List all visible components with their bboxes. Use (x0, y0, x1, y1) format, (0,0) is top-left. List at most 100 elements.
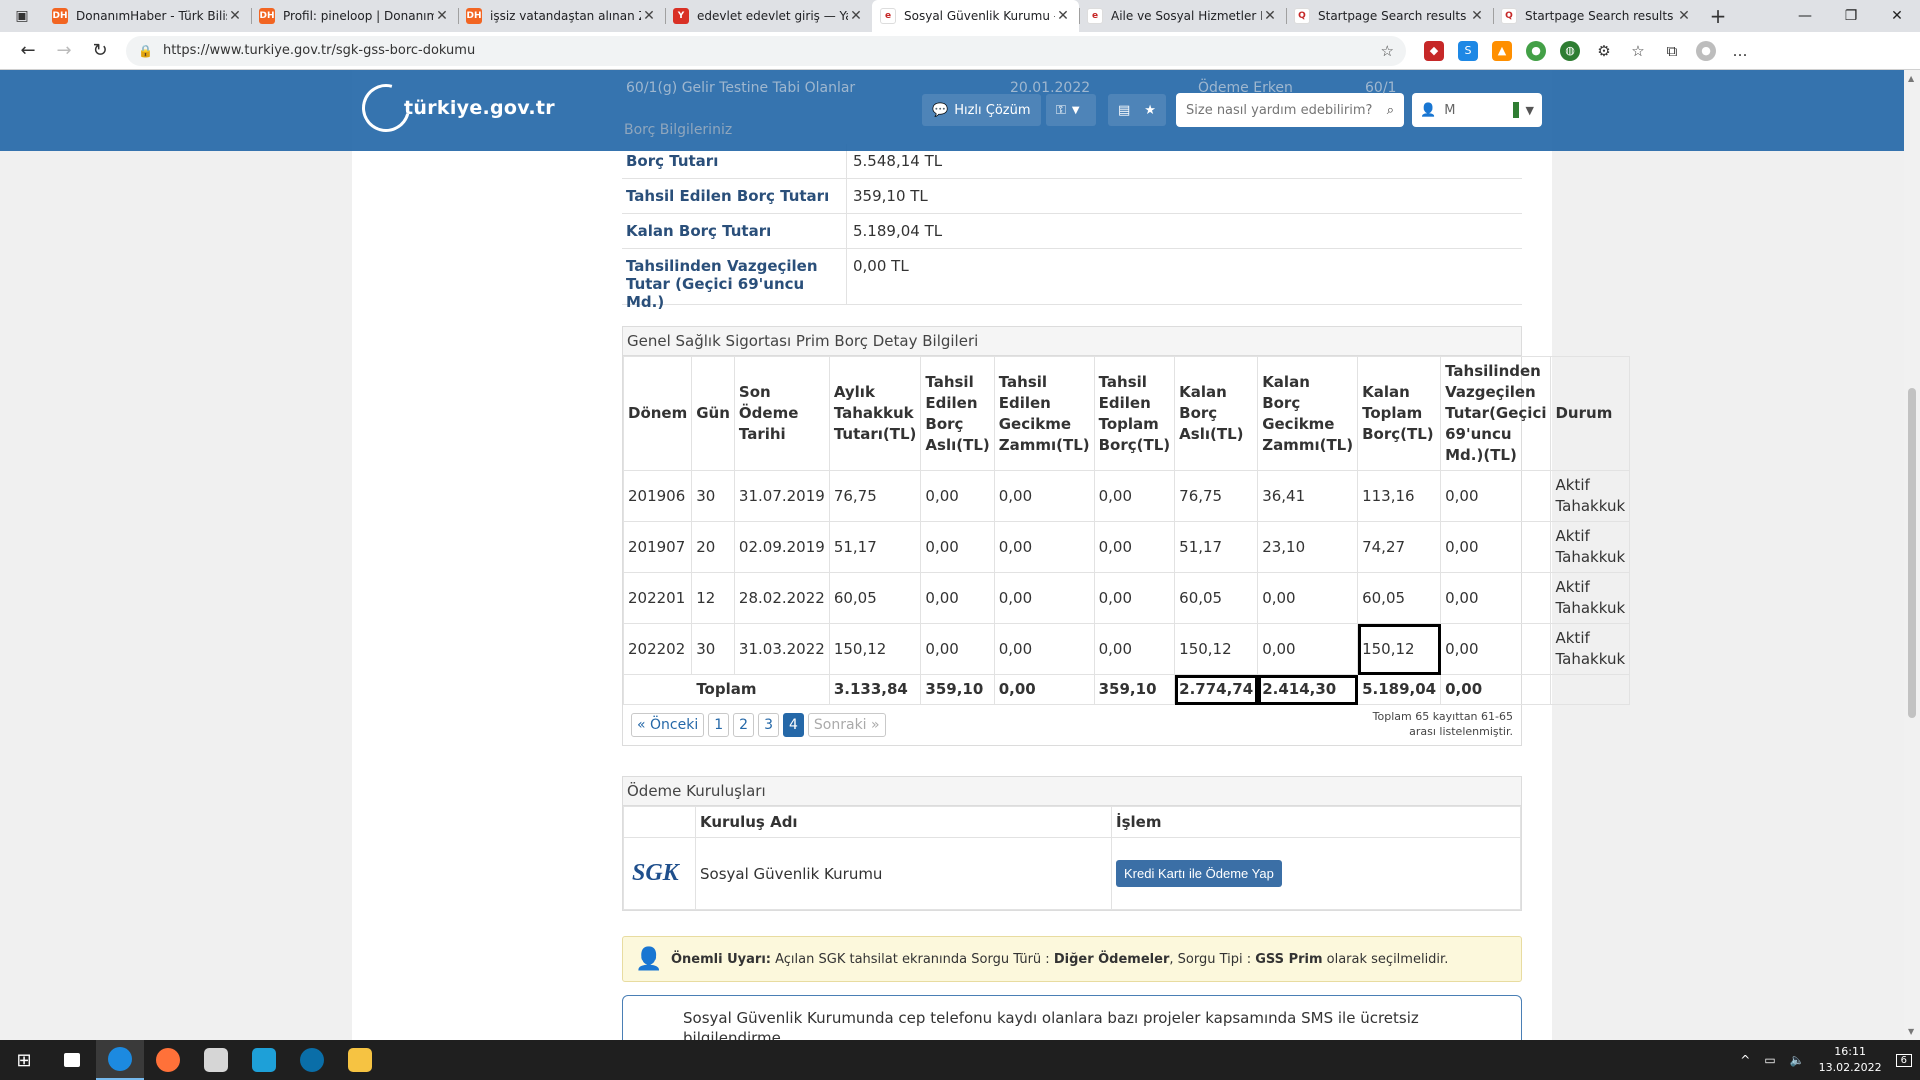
key-icon: ⚿ (1056, 102, 1066, 118)
ghost-row-label: 60/1(g) Gelir Testine Tabi Olanlar (626, 80, 856, 96)
total-row: Toplam 3.133,84 359,10 0,00 359,10 2.774,74 2.… (623, 674, 1631, 705)
quick-solution-button[interactable]: 💬 Hızlı Çözüm (922, 94, 1041, 126)
scroll-down-icon[interactable]: ▼ (1908, 1027, 1914, 1036)
pager-prev-button[interactable]: « Önceki (631, 713, 705, 737)
app-taskbar-icon[interactable] (192, 1040, 240, 1080)
close-window-icon[interactable]: ✕ (1874, 0, 1920, 32)
forward-icon[interactable]: → (46, 35, 82, 67)
pager-page-button[interactable]: 2 (733, 713, 755, 737)
table-cell: 0,00 (920, 470, 995, 522)
tab-actions-icon[interactable]: ▣ (0, 0, 44, 32)
column-header: Tahsilinden Vazgeçilen Tutar(Geçici 69'u… (1440, 356, 1552, 471)
edge-taskbar-icon[interactable] (96, 1040, 144, 1080)
user-badge-icon (1513, 102, 1520, 118)
panel-title: Ödeme Kuruluşları (623, 777, 1521, 806)
table-cell: Aktif Tahakkuk (1550, 623, 1631, 675)
browser-tab[interactable]: Yedevlet edevlet giriş — Yan ✕ (665, 0, 872, 32)
pager-page-button[interactable]: 1 (708, 713, 730, 737)
firefox-taskbar-icon[interactable] (144, 1040, 192, 1080)
minimize-icon[interactable]: — (1782, 0, 1828, 32)
pager-page-button[interactable]: 3 (758, 713, 779, 737)
add-favorite-icon[interactable]: ☆ (1381, 42, 1394, 60)
restore-icon[interactable]: ❐ (1828, 0, 1874, 32)
more-options-icon[interactable]: … (1730, 40, 1750, 61)
column-header: Kuruluş Adı (695, 806, 1112, 838)
tab-close-icon[interactable]: ✕ (1055, 8, 1071, 24)
new-tab-button[interactable]: + (1700, 0, 1736, 32)
green-extension-icon[interactable]: ● (1526, 40, 1546, 61)
tab-close-icon[interactable]: ✕ (434, 8, 450, 24)
table-row: 202201 12 28.02.2022 60,05 0,00 0,00 0,00 60,05… (622, 572, 1631, 624)
site-search-input[interactable] (1186, 102, 1387, 118)
table-cell: 0,00 (1440, 521, 1552, 573)
table-cell: Aktif Tahakkuk (1550, 572, 1631, 624)
tab-close-icon[interactable]: ✕ (1469, 8, 1485, 24)
honey-extension-icon[interactable]: ▲ (1492, 40, 1512, 61)
clock[interactable]: 16:11 13.02.2022 (1819, 1044, 1882, 1076)
scrollbar-thumb[interactable] (1908, 388, 1916, 718)
pager-next-button[interactable]: Sonraki » (807, 713, 886, 737)
org-name: Sosyal Güvenlik Kurumu (695, 837, 1112, 910)
tab-close-icon[interactable]: ✕ (1262, 8, 1278, 24)
tab-favicon-icon: e (880, 8, 896, 24)
ublock-extension-icon[interactable]: ◆ (1424, 40, 1444, 61)
browser-tab[interactable]: DH DonanımHaber - Türk Bilişi ✕ (44, 0, 251, 32)
volume-icon[interactable]: 🔈 (1790, 1053, 1805, 1067)
tools-menu-button[interactable]: ⚿ ▼ (1046, 94, 1096, 126)
network-icon[interactable]: ▭ (1764, 1053, 1775, 1067)
column-header: Tahsil Edilen Borç Aslı(TL) (920, 356, 995, 471)
tab-title: Aile ve Sosyal Hizmetler Ba (1111, 9, 1262, 23)
user-alert-icon: 👤 (635, 946, 663, 972)
tab-favicon-icon: DH (466, 8, 482, 24)
tab-favicon-icon: Q (1501, 8, 1517, 24)
file-explorer-taskbar-icon[interactable] (336, 1040, 384, 1080)
browser-tab[interactable]: Q Startpage Search results ✕ (1286, 0, 1493, 32)
network-app-taskbar-icon[interactable] (288, 1040, 336, 1080)
tab-close-icon[interactable]: ✕ (227, 8, 243, 24)
url-field[interactable]: 🔒 https://www.turkiye.gov.tr/sgk-gss-bor… (126, 35, 1406, 66)
tab-close-icon[interactable]: ✕ (848, 8, 864, 24)
summary-row: Kalan Borç Tutarı 5.189,04 TL (622, 214, 1522, 249)
sms-info-box: Sosyal Güvenlik Kurumunda cep telefonu k… (622, 995, 1522, 1040)
profile-avatar-icon[interactable]: ● (1696, 40, 1716, 61)
extensions-icon[interactable]: ⚙ (1594, 40, 1614, 61)
store-taskbar-icon[interactable] (240, 1040, 288, 1080)
pager-page-button[interactable]: 4 (782, 713, 804, 737)
back-icon[interactable]: ← (10, 35, 46, 67)
search-icon[interactable]: ⌕ (1387, 103, 1394, 118)
site-search-box: ⌕ (1176, 93, 1404, 127)
browser-tab[interactable]: DH Profil: pineloop | Donanım ✕ (251, 0, 458, 32)
tab-close-icon[interactable]: ✕ (1676, 8, 1692, 24)
site-logo[interactable]: türkiye.gov.tr (353, 75, 555, 141)
task-view-icon[interactable] (48, 1040, 96, 1080)
tab-favicon-icon: DH (52, 8, 68, 24)
skype-extension-icon[interactable]: S (1458, 40, 1478, 61)
credit-card-payment-button[interactable]: Kredi Kartı ile Ödeme Yap (1116, 860, 1282, 887)
windows-start-icon[interactable]: ⊞ (0, 1040, 48, 1080)
scroll-up-icon[interactable]: ▲ (1908, 74, 1914, 83)
lock-icon[interactable]: 🔒 (138, 44, 153, 58)
chevron-up-icon[interactable]: ^ (1740, 1053, 1750, 1067)
browser-tab[interactable]: Q Startpage Search results ✕ (1493, 0, 1700, 32)
globe-extension-icon[interactable]: ◍ (1560, 40, 1580, 61)
collections-icon[interactable]: ⧉ (1662, 40, 1682, 61)
total-cell: 359,10 (1093, 674, 1176, 705)
table-cell: Aktif Tahakkuk (1550, 470, 1631, 522)
tab-favicon-icon: Y (673, 8, 689, 24)
table-cell: 76,75 (1174, 470, 1259, 522)
tab-close-icon[interactable]: ✕ (641, 8, 657, 24)
table-cell: 201907 (622, 521, 693, 573)
page-scrollbar[interactable]: ▲ ▼ (1904, 70, 1920, 1040)
notification-icon[interactable]: 6 (1895, 1053, 1912, 1067)
column-header: Son Ödeme Tarihi (733, 356, 830, 471)
favorites-icon[interactable]: ☆ (1628, 40, 1648, 61)
user-menu[interactable]: 👤 M ▼ (1412, 93, 1542, 127)
table-cell: 0,00 (1093, 521, 1176, 573)
chevron-down-icon: ▼ (1525, 103, 1534, 117)
browser-tab[interactable]: e Aile ve Sosyal Hizmetler Ba ✕ (1079, 0, 1286, 32)
refresh-icon[interactable]: ↻ (82, 35, 118, 67)
clock-time: 16:11 (1834, 1045, 1866, 1058)
browser-tab[interactable]: e Sosyal Güvenlik Kurumu - ✕ (872, 0, 1079, 32)
accessibility-button[interactable]: ▤ ★ (1108, 94, 1166, 126)
browser-tab[interactable]: DH işsiz vatandaştan alınan Zo ✕ (458, 0, 665, 32)
